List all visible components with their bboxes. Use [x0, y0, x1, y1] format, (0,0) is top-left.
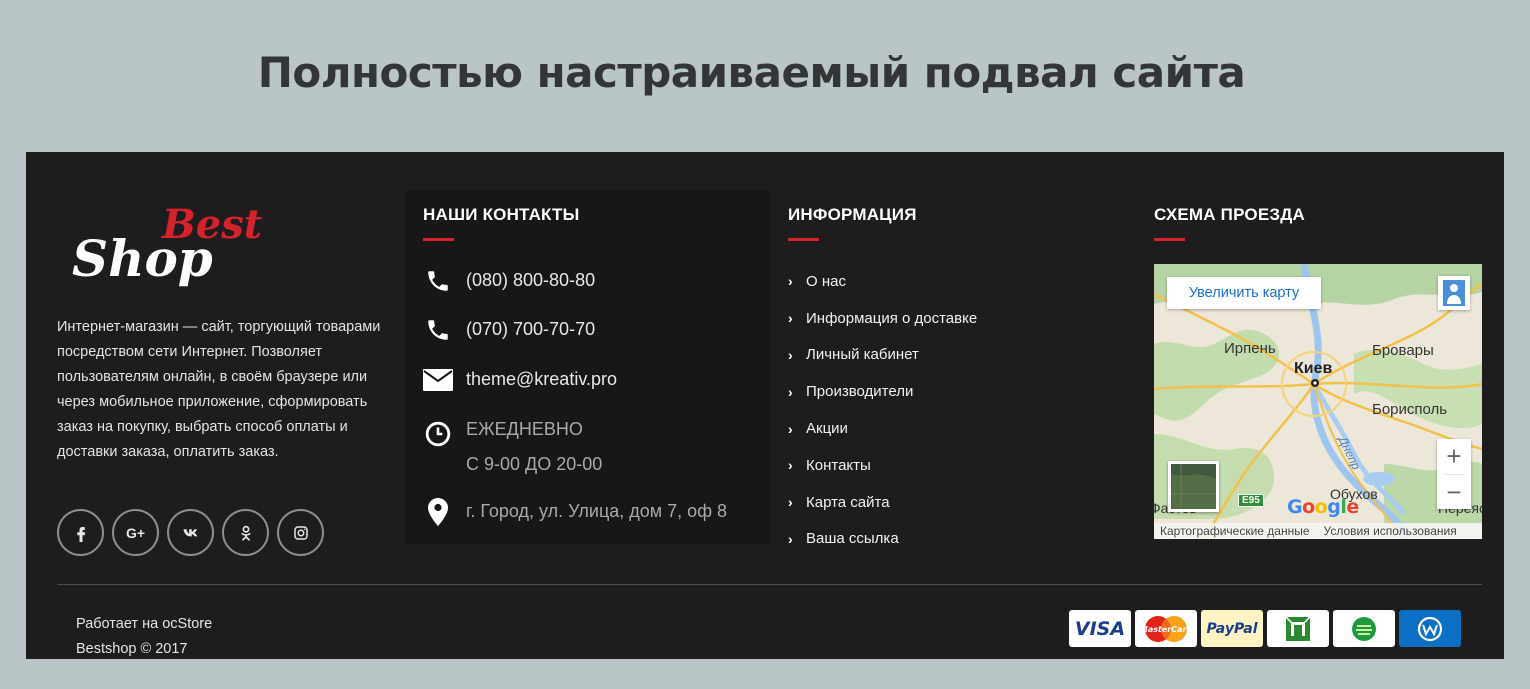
webmoney-icon [1399, 610, 1461, 647]
contact-email[interactable]: theme@kreativ.pro [423, 366, 617, 394]
chevron-right-icon: › [788, 383, 793, 400]
zoom-in-button[interactable]: + [1437, 439, 1471, 474]
information-links: › О нас › Информация о доставке › Личный ка… [788, 263, 1118, 557]
map-label-boryspil: Борисполь [1372, 401, 1448, 418]
zoom-out-button[interactable]: − [1437, 475, 1471, 510]
map-label-kiev: Киев [1294, 360, 1333, 377]
powered-by-text: Работает на [76, 616, 163, 632]
sberbank-icon [1333, 610, 1395, 647]
chevron-right-icon: › [788, 457, 793, 474]
chevron-right-icon: › [788, 310, 793, 327]
hours-time: С 9-00 ДО 20-00 [466, 454, 603, 474]
google-plus-icon[interactable]: G+ [112, 509, 159, 556]
map-data-link[interactable]: Картографические данные [1160, 524, 1310, 538]
social-links: G+ [57, 509, 324, 556]
privatbank-icon [1267, 610, 1329, 647]
enlarge-map-button[interactable]: Увеличить карту [1167, 277, 1321, 309]
location-pin-icon [423, 498, 453, 526]
information-column: ИНФОРМАЦИЯ › О нас › Информация о доставке… [788, 205, 1118, 557]
footer-divider [57, 584, 1482, 585]
map-title: СХЕМА ПРОЕЗДА [1154, 205, 1306, 224]
clock-icon [423, 420, 453, 448]
instagram-icon[interactable] [277, 509, 324, 556]
ocstore-link[interactable]: ocStore [162, 616, 212, 632]
info-link-contacts[interactable]: › Контакты [788, 447, 1118, 484]
contacts-panel: НАШИ КОНТАКТЫ (080) 800-80-80 (070) 700-… [405, 190, 770, 544]
phone-1-text: (080) 800-80-80 [466, 270, 596, 290]
info-link-delivery[interactable]: › Информация о доставке [788, 300, 1118, 337]
google-map[interactable]: Ирпень Бровары Киев Борисполь Днепр Обух… [1154, 264, 1482, 539]
map-zoom-controls: + − [1437, 439, 1471, 509]
info-link-manufacturers[interactable]: › Производители [788, 373, 1118, 410]
payment-methods: VISA MasterCard PayPal [1069, 610, 1461, 647]
mastercard-icon: MasterCard [1135, 610, 1197, 647]
information-title: ИНФОРМАЦИЯ [788, 205, 917, 224]
page-title: Полностью настраиваемый подвал сайта [257, 48, 1246, 97]
vk-icon[interactable] [167, 509, 214, 556]
chevron-right-icon: › [788, 346, 793, 363]
phone-icon [423, 267, 453, 295]
satellite-view-toggle[interactable] [1168, 461, 1219, 512]
contacts-title: НАШИ КОНТАКТЫ [423, 205, 580, 224]
facebook-icon[interactable] [57, 509, 104, 556]
map-label-brovary: Бровары [1372, 342, 1434, 359]
paypal-icon: PayPal [1201, 610, 1263, 647]
phone-icon [423, 316, 453, 344]
map-title-underline [1154, 238, 1185, 241]
chevron-right-icon: › [788, 420, 793, 437]
odnoklassniki-icon[interactable] [222, 509, 269, 556]
google-logo: Google [1287, 496, 1359, 518]
contact-hours: ЕЖЕДНЕВНО С 9-00 ДО 20-00 [423, 412, 602, 482]
contacts-title-underline [423, 238, 454, 241]
bestshop-logo[interactable]: Best Shop [70, 196, 290, 291]
info-link-custom[interactable]: › Ваша ссылка [788, 521, 1118, 558]
chevron-right-icon: › [788, 494, 793, 511]
email-text: theme@kreativ.pro [466, 369, 617, 389]
chevron-right-icon: › [788, 530, 793, 547]
contact-phone-1[interactable]: (080) 800-80-80 [423, 267, 595, 295]
logo-shop-text: Shop [72, 229, 213, 288]
map-column: СХЕМА ПРОЕЗДА Ирпень Бровары Киев Борисп… [1154, 205, 1482, 539]
copyright-text: Bestshop © 2017 [76, 641, 188, 657]
chevron-right-icon: › [788, 273, 793, 290]
contact-phone-2[interactable]: (070) 700-70-70 [423, 316, 595, 344]
svg-text:MasterCard: MasterCard [1140, 625, 1193, 634]
info-link-specials[interactable]: › Акции [788, 410, 1118, 447]
footer-copyright: Работает на ocStore Bestshop © 2017 [76, 612, 212, 662]
map-label-irpen: Ирпень [1224, 340, 1276, 357]
envelope-icon [423, 366, 453, 394]
phone-2-text: (070) 700-70-70 [466, 319, 596, 339]
info-link-about[interactable]: › О нас [788, 263, 1118, 300]
info-link-sitemap[interactable]: › Карта сайта [788, 484, 1118, 521]
e95-road-badge: E95 [1238, 494, 1264, 507]
map-terms-link[interactable]: Условия использования [1324, 524, 1457, 538]
about-text: Интернет-магазин — сайт, торгующий товар… [57, 319, 381, 460]
information-title-underline [788, 238, 819, 241]
contact-address: г. Город, ул. Улица, дом 7, оф 8 [423, 498, 727, 526]
site-footer: Best Shop Интернет-магазин — сайт, торгу… [26, 152, 1504, 659]
info-link-account[interactable]: › Личный кабинет [788, 337, 1118, 374]
street-view-pegman-icon[interactable] [1438, 276, 1470, 310]
hours-days: ЕЖЕДНЕВНО [466, 419, 583, 439]
map-attribution-bar: Картографические данные Условия использо… [1154, 523, 1482, 539]
visa-icon: VISA [1069, 610, 1131, 647]
address-text: г. Город, ул. Улица, дом 7, оф 8 [466, 501, 728, 521]
